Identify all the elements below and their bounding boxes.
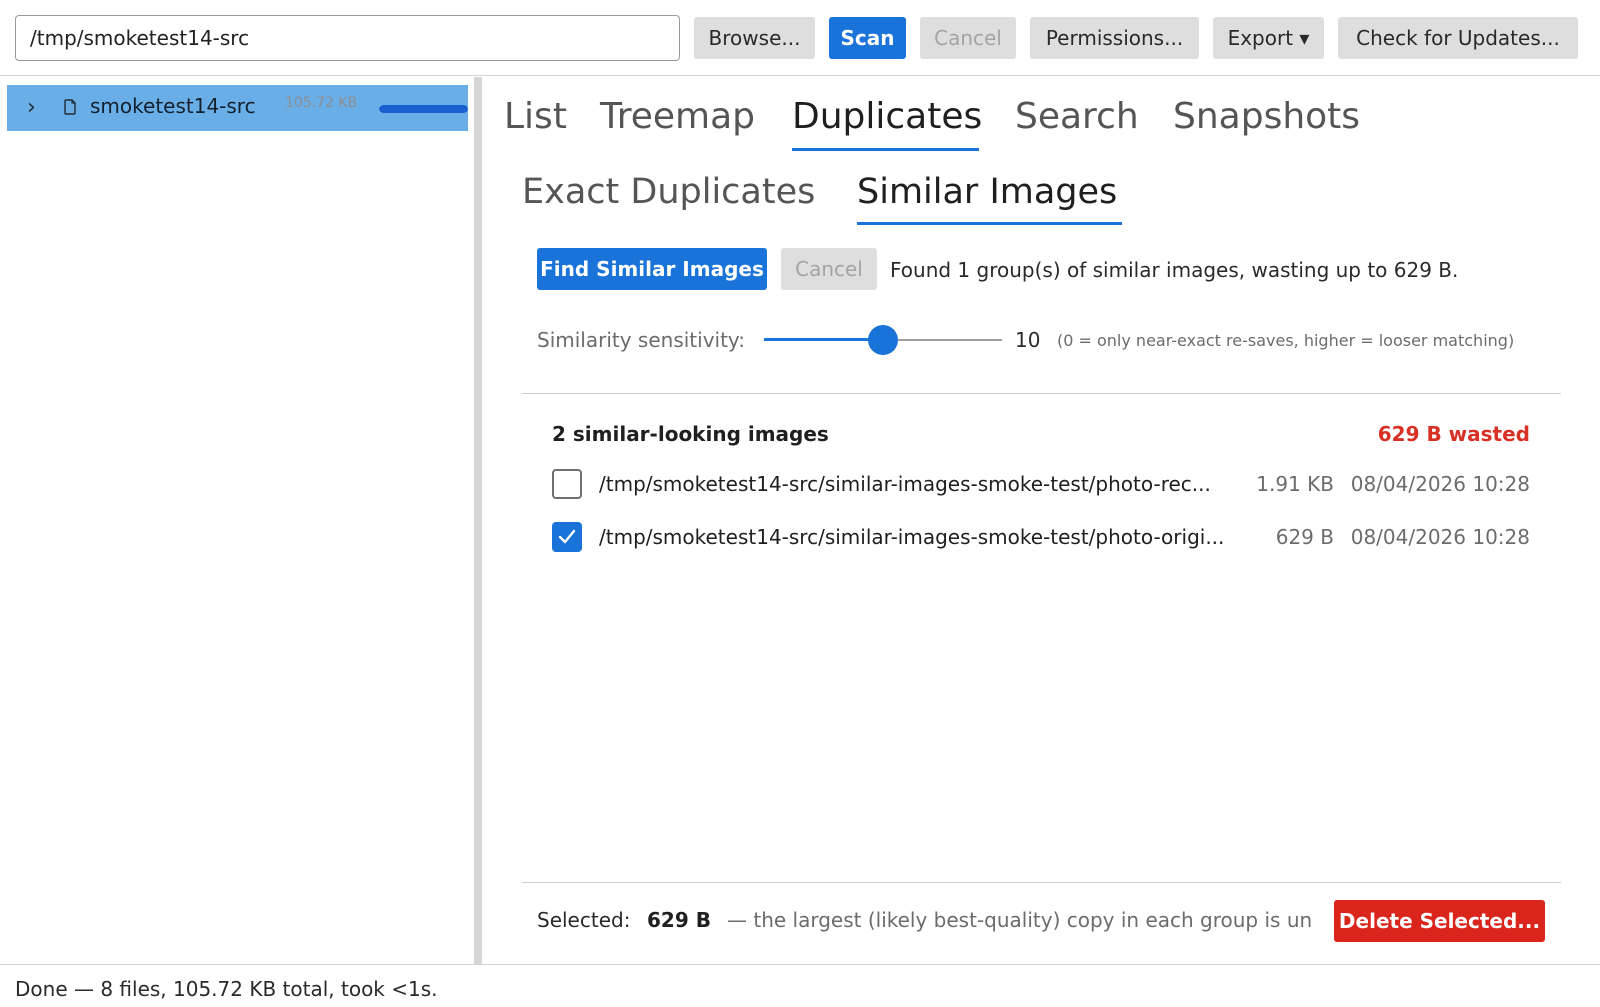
export-dropdown-button[interactable]: Export ▾ (1213, 17, 1324, 59)
file-checkbox[interactable] (552, 469, 582, 499)
sensitivity-slider-thumb[interactable] (868, 325, 898, 355)
find-similar-images-button[interactable]: Find Similar Images (537, 248, 767, 290)
file-path: /tmp/smoketest14-src/similar-images-smok… (599, 525, 1225, 549)
sidebar-tree: › smoketest14-src 105.72 KB (0, 77, 474, 964)
checkmark-icon (558, 529, 576, 544)
delete-selected-button[interactable]: Delete Selected... (1334, 900, 1545, 942)
selected-size: 629 B (647, 908, 711, 932)
chevron-right-icon[interactable]: › (27, 95, 36, 120)
cancel-find-button[interactable]: Cancel (781, 248, 877, 290)
file-path: /tmp/smoketest14-src/similar-images-smok… (599, 472, 1211, 496)
list-item: /tmp/smoketest14-src/similar-images-smok… (552, 465, 1530, 505)
subtab-similar-images[interactable]: Similar Images (857, 172, 1117, 212)
size-bar-fill (379, 105, 468, 113)
group-wasted: 629 B wasted (1377, 422, 1530, 446)
list-item: /tmp/smoketest14-src/similar-images-smok… (552, 518, 1530, 558)
subtab-active-indicator (857, 222, 1122, 225)
pane-splitter[interactable] (474, 77, 482, 964)
check-updates-button[interactable]: Check for Updates... (1338, 17, 1578, 59)
selected-label: Selected: (537, 908, 631, 932)
scan-result-text: Found 1 group(s) of similar images, wast… (890, 258, 1459, 282)
toolbar: Browse... Scan Cancel Permissions... Exp… (0, 0, 1600, 76)
file-date: 08/04/2026 10:28 (1350, 525, 1530, 549)
status-bar-text: Done — 8 files, 105.72 KB total, took <1… (15, 977, 438, 1001)
path-input[interactable] (15, 15, 680, 61)
size-bar (379, 105, 468, 113)
sensitivity-slider-fill (764, 338, 883, 341)
tab-list[interactable]: List (504, 96, 567, 137)
tab-treemap[interactable]: Treemap (600, 96, 755, 137)
group-title: 2 similar-looking images (552, 422, 829, 446)
section-divider (522, 393, 1561, 394)
sensitivity-hint: (0 = only near-exact re-saves, higher = … (1057, 331, 1515, 350)
cancel-scan-button[interactable]: Cancel (920, 17, 1016, 59)
tab-snapshots[interactable]: Snapshots (1173, 96, 1360, 137)
tab-active-indicator (792, 148, 979, 151)
selection-note: — the largest (likely best-quality) copy… (727, 906, 1334, 936)
file-checkbox[interactable] (552, 522, 582, 552)
file-size: 629 B (1275, 525, 1334, 549)
footer-divider (522, 882, 1561, 883)
status-bar: Done — 8 files, 105.72 KB total, took <1… (0, 964, 1600, 1007)
sensitivity-label: Similarity sensitivity: (537, 328, 746, 352)
subtab-exact-duplicates[interactable]: Exact Duplicates (522, 172, 815, 212)
tree-item-size: 105.72 KB (285, 95, 358, 111)
file-size: 1.91 KB (1256, 472, 1334, 496)
tab-duplicates[interactable]: Duplicates (792, 96, 982, 137)
file-date: 08/04/2026 10:28 (1350, 472, 1530, 496)
tree-item-label: smoketest14-src (90, 94, 256, 118)
file-icon (64, 99, 76, 115)
tree-item-root[interactable]: › smoketest14-src 105.72 KB (7, 85, 468, 131)
scan-button[interactable]: Scan (829, 17, 906, 59)
tab-search[interactable]: Search (1015, 96, 1139, 137)
browse-button[interactable]: Browse... (694, 17, 815, 59)
sensitivity-value: 10 (1015, 328, 1041, 352)
permissions-button[interactable]: Permissions... (1030, 17, 1199, 59)
selection-note-text: — the largest (likely best-quality) copy… (727, 908, 1313, 932)
